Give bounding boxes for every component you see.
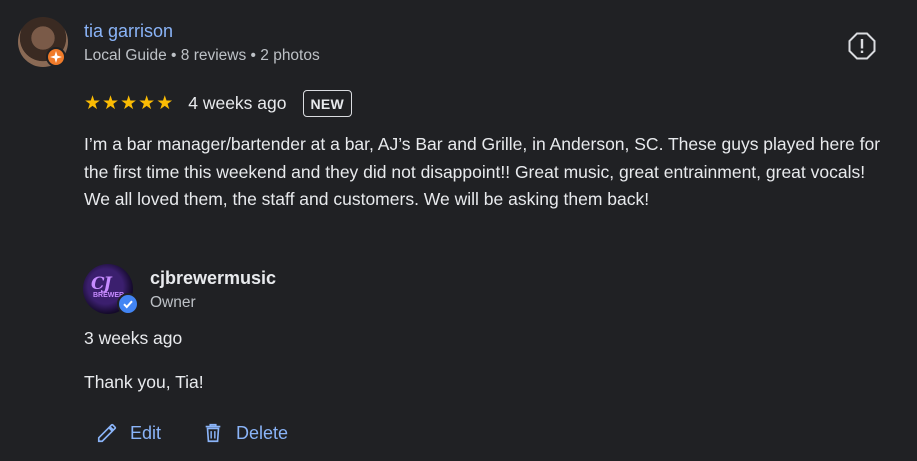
owner-role: Owner bbox=[150, 294, 196, 311]
star-icon: ★ bbox=[84, 92, 102, 114]
owner-name: cjbrewermusic bbox=[150, 268, 277, 288]
star-icon: ★ bbox=[102, 92, 120, 114]
report-button[interactable] bbox=[847, 31, 877, 61]
trash-icon bbox=[205, 423, 221, 443]
review-time: 4 weeks ago bbox=[188, 92, 287, 113]
star-icon: ★ bbox=[120, 92, 138, 114]
star-icon: ★ bbox=[156, 92, 174, 114]
edit-button[interactable]: Edit bbox=[96, 420, 161, 446]
local-guide-icon bbox=[46, 47, 66, 67]
pencil-icon bbox=[97, 423, 117, 443]
reviewer-meta: Local Guide • 8 reviews • 2 photos bbox=[84, 47, 320, 64]
star-icon: ★ bbox=[138, 92, 156, 114]
reply-time: 3 weeks ago bbox=[84, 328, 183, 348]
new-badge: NEW bbox=[302, 89, 353, 117]
delete-label: Delete bbox=[236, 422, 289, 443]
report-icon bbox=[848, 32, 876, 60]
delete-button[interactable]: Delete bbox=[202, 420, 288, 446]
star-rating: ★ ★ ★ ★ ★ bbox=[84, 94, 173, 113]
review-card: tia garrison Local Guide • 8 reviews • 2… bbox=[0, 0, 917, 461]
reviewer-name[interactable]: tia garrison bbox=[84, 21, 173, 42]
review-text: I’m a bar manager/bartender at a bar, AJ… bbox=[84, 134, 881, 209]
verified-check-icon bbox=[117, 293, 139, 315]
edit-label: Edit bbox=[130, 422, 162, 443]
reply-text: Thank you, Tia! bbox=[84, 372, 204, 392]
rating-row: ★ ★ ★ ★ ★ 4 weeks ago NEW bbox=[84, 88, 353, 118]
owner-logo-text: CJ bbox=[91, 274, 112, 294]
